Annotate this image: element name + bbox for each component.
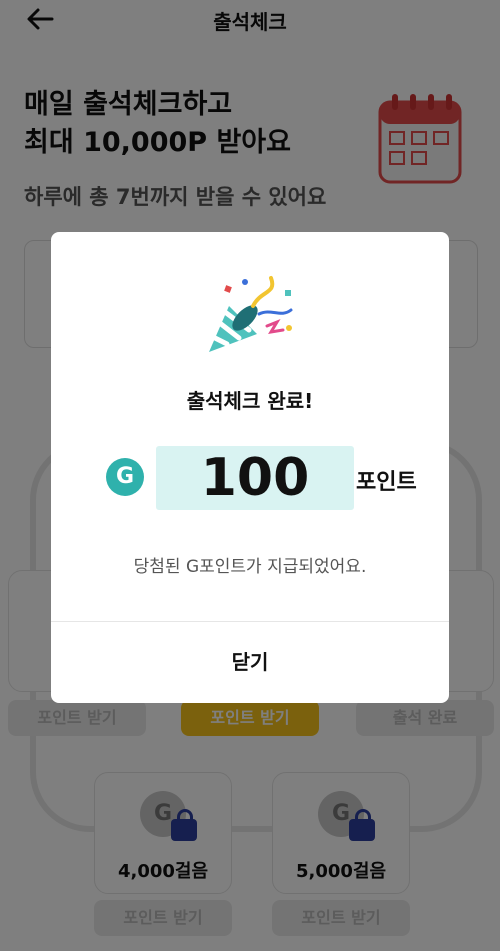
party-popper-icon <box>209 276 293 352</box>
points-unit: 포인트 <box>356 470 417 495</box>
g-point-icon: G <box>106 458 144 496</box>
modal-title: 출석체크 완료! <box>186 389 314 413</box>
modal-message: 당첨된 G포인트가 지급되었어요. <box>133 557 367 577</box>
attendance-complete-modal: 출석체크 완료! G 100 포인트 당첨된 G포인트가 지급되었어요. 닫기 <box>51 232 449 703</box>
close-button[interactable]: 닫기 <box>51 622 449 703</box>
points-amount: 100 <box>156 446 354 510</box>
